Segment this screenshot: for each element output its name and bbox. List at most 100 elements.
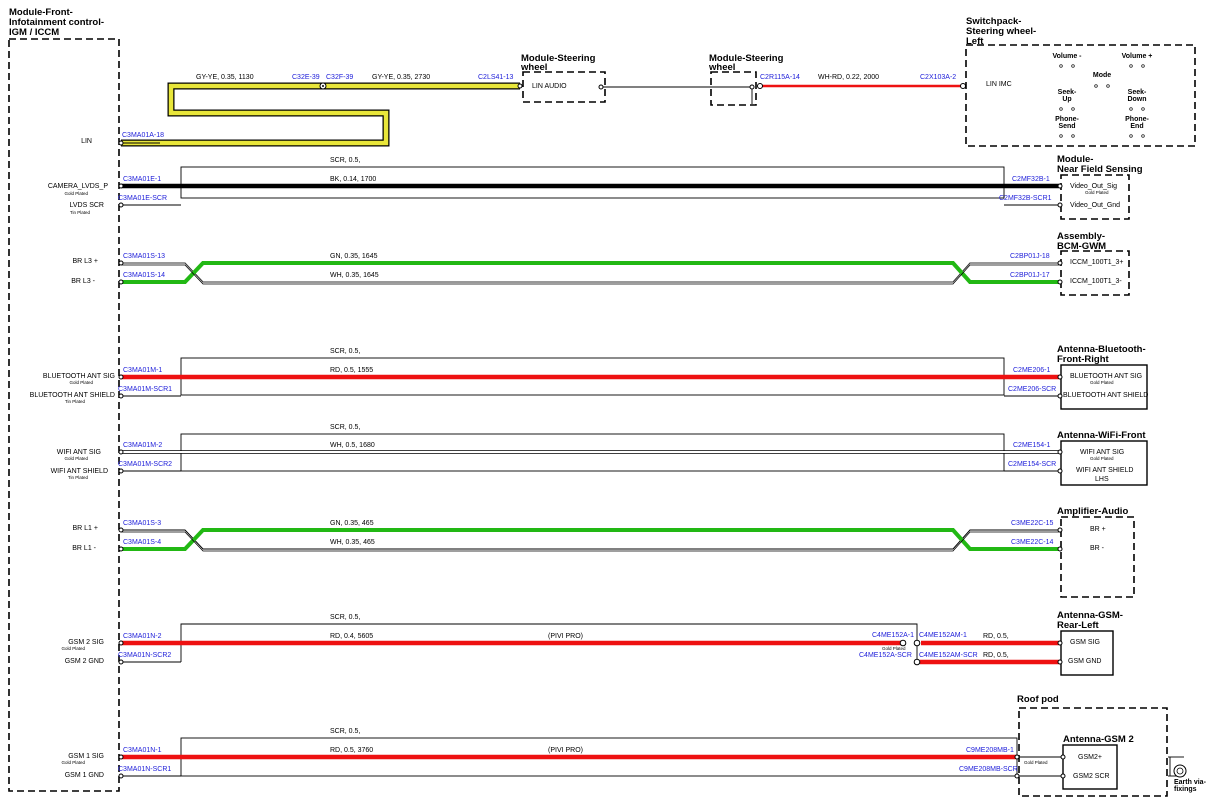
conn-c4me152amscr: C4ME152AM-SCR [919, 652, 978, 659]
wire-wh465: WH, 0.35, 465 [330, 539, 375, 546]
bt-pin-2: BLUETOOTH ANT SHIELD [1063, 392, 1148, 399]
gsm2-pin-2: GSM2 SCR [1073, 773, 1110, 780]
amp-pin-2: BR - [1090, 545, 1105, 552]
pin-camera: CAMERA_LVDS_P [48, 183, 109, 190]
wifi-pin-2: WIFI ANT SHIELD [1076, 467, 1133, 474]
conn-c4me152am1: C4ME152AM-1 [919, 632, 967, 639]
btn-phone-end-2: End [1130, 123, 1143, 130]
steer1-title-2: wheel [520, 62, 547, 73]
pin-bt-sig: BLUETOOTH ANT SIG [43, 373, 115, 380]
circuit-wifi: SCR, 0.5, WH, 0.5, 1680 C3MA01M-2 C3MA01… [118, 424, 1060, 472]
module-antenna-gsm-rear-left: Antenna-GSM- Rear-Left GSM SIG GSM GND [1057, 610, 1123, 676]
circuit-br-l1: GN, 0.35, 465 WH, 0.35, 465 C3MA01S-3 C3… [121, 520, 1060, 552]
conn-c3ma01m1: C3MA01M-1 [123, 367, 162, 374]
nfs-pin-1: Video_Out_Sig [1070, 183, 1117, 190]
iccm-pin-labels: LIN CAMERA_LVDS_P Gold Plated LVDS SCR T… [30, 138, 115, 779]
btn-phone-send-2: Send [1058, 123, 1075, 130]
pin-gsm1-gnd: GSM 1 GND [65, 772, 104, 779]
circuit-gsm2: SCR, 0.5, RD, 0.4, 5605 (PIVI PRO) RD, 0… [118, 614, 1060, 666]
conn-c3ma01m2: C3MA01M-2 [123, 442, 162, 449]
pin-wifi-sig-plating: Gold Plated [64, 456, 88, 461]
wire-gy2: GY-YE, 0.35, 2730 [372, 74, 430, 81]
circuit-camera-lvds: SCR, 0.5, BK, 0.14, 1700 C3MA01E-1 C3MA0… [118, 157, 1060, 206]
wifi-pin-1: WIFI ANT SIG [1080, 449, 1124, 456]
conn-c2bp01j18: C2BP01J-18 [1010, 253, 1050, 260]
btn-phone-end-1: Phone- [1125, 116, 1149, 123]
conn-c3ma01mscr: C3MA01M-SCR1 [118, 386, 172, 393]
wire-scr-2: SCR, 0.5, [330, 348, 360, 355]
amp-pin-1: BR + [1090, 526, 1106, 533]
gsm2-pin-1: GSM2+ [1078, 754, 1102, 761]
conn-c2r115a: C2R115A-14 [760, 74, 800, 81]
gsm-rl-title-2: Rear-Left [1057, 620, 1100, 631]
conn-c2me206scr: C2ME206-SCR [1008, 386, 1056, 393]
wire-scr-3: SCR, 0.5, [330, 424, 360, 431]
conn-c2me154scr: C2ME154-SCR [1008, 461, 1056, 468]
wifi-title: Antenna-WiFi-Front [1057, 430, 1146, 441]
gsm2-inline-plating: Gold Plated [882, 646, 906, 651]
pin-gsm1-sig-plating: Gold Plated [61, 760, 85, 765]
conn-c3ma01e1: C3MA01E-1 [123, 176, 161, 183]
pin-brl3m: BR L3 - [71, 278, 95, 285]
wire-pivi-1: (PIVI PRO) [548, 633, 583, 640]
pin-lvds-plating: Tin Plated [70, 210, 91, 215]
gsm2-title: Antenna-GSM 2 [1063, 734, 1134, 745]
conn-c3ma01n1: C3MA01N-1 [123, 747, 162, 754]
pin-camera-plating: Gold Plated [64, 191, 88, 196]
pin-wifi-shield-plating: Tin Plated [68, 475, 89, 480]
conn-c2bp01j17: C2BP01J-17 [1010, 272, 1050, 279]
bcm-pin-1: ICCM_100T1_3+ [1070, 259, 1124, 266]
wire-bk: BK, 0.14, 1700 [330, 176, 376, 183]
btn-seek-down-1: Seek- [1128, 89, 1147, 96]
module-antenna-gsm2: Antenna-GSM 2 GSM2+ GSM2 SCR [1062, 734, 1184, 790]
pin-gsm2-sig: GSM 2 SIG [68, 639, 104, 646]
earth-label-2: fixings [1174, 786, 1197, 793]
pin-lin: LIN [81, 138, 92, 145]
module-antenna-wifi: Antenna-WiFi-Front WIFI ANT SIG Gold Pla… [1057, 430, 1148, 486]
wire-pivi-2: (PIVI PRO) [548, 747, 583, 754]
switchpack-pin: LIN IMC [986, 81, 1012, 88]
wire-gy1: GY-YE, 0.35, 1130 [196, 74, 254, 81]
amp-title: Amplifier-Audio [1057, 506, 1128, 517]
module-bcm-gwm: Assembly- BCM-GWM ICCM_100T1_3+ ICCM_100… [1057, 231, 1130, 296]
circuit-bluetooth: SCR, 0.5, RD, 0.5, 1555 C3MA01M-1 C3MA01… [118, 348, 1060, 397]
module-amplifier-audio: Amplifier-Audio BR + BR - [1057, 506, 1135, 598]
wiring-diagram: Module-Front- Infotainment control- IGM … [8, 7, 1207, 797]
circuit-lin: GY-YE, 0.35, 1130 GY-YE, 0.35, 2730 C32E… [120, 74, 520, 147]
bcm-title-2: BCM-GWM [1057, 241, 1106, 252]
conn-c2mf32b1: C2MF32B-1 [1012, 176, 1050, 183]
wire-scr-1: SCR, 0.5, [330, 157, 360, 164]
wire-whrd: WH-RD, 0.22, 2000 [818, 74, 879, 81]
pin-lvds-scr: LVDS SCR [70, 202, 105, 209]
pin-bt-sig-plating: Gold Plated [69, 380, 93, 385]
conn-c4me152a1: C4ME152A-1 [872, 632, 914, 639]
conn-c3ma01a18: C3MA01A-18 [122, 132, 164, 139]
wire-rd5605: RD, 0.4, 5605 [330, 633, 373, 640]
wifi-plating: Gold Plated [1090, 456, 1114, 461]
steer2-title-2: wheel [708, 62, 735, 73]
conn-c3me22c14: C3ME22C-14 [1011, 539, 1054, 546]
btn-seek-down-2: Down [1127, 96, 1146, 103]
wire-gn465: GN, 0.35, 465 [330, 520, 374, 527]
conn-c9me208mbscr: C9ME208MB-SCR [959, 766, 1018, 773]
conn-c3ma01n2: C3MA01N-2 [123, 633, 162, 640]
conn-c4me152ascr: C4ME152A-SCR [859, 652, 912, 659]
wire-scr-4: SCR, 0.5, [330, 614, 360, 621]
btn-mode: Mode [1093, 72, 1111, 79]
earth-ground-icon: Earth via- fixings [1173, 764, 1207, 793]
nfs-plating: Gold Plated [1085, 190, 1109, 195]
btn-vol-plus: Volume + [1122, 53, 1153, 60]
conn-c9me208mb1: C9ME208MB-1 [966, 747, 1014, 754]
conn-c3ma01nscr2: C3MA01N-SCR2 [118, 652, 171, 659]
wire-rd3760: RD, 0.5, 3760 [330, 747, 373, 754]
conn-c3ma01s3: C3MA01S-3 [123, 520, 161, 527]
switchpack-title-3: Left [966, 36, 984, 47]
pin-wifi-shield: WIFI ANT SHIELD [51, 468, 108, 475]
shield-box-camera [180, 166, 1005, 199]
module-antenna-bluetooth: Antenna-Bluetooth- Front-Right BLUETOOTH… [1057, 344, 1148, 410]
conn-c3ma01s14: C3MA01S-14 [123, 272, 165, 279]
module-switchpack: Switchpack- Steering wheel- Left LIN IMC… [965, 16, 1196, 147]
pin-brl1m: BR L1 - [72, 545, 96, 552]
steer1-pin: LIN AUDIO [532, 83, 567, 90]
conn-c2ls41: C2LS41-13 [478, 74, 514, 81]
